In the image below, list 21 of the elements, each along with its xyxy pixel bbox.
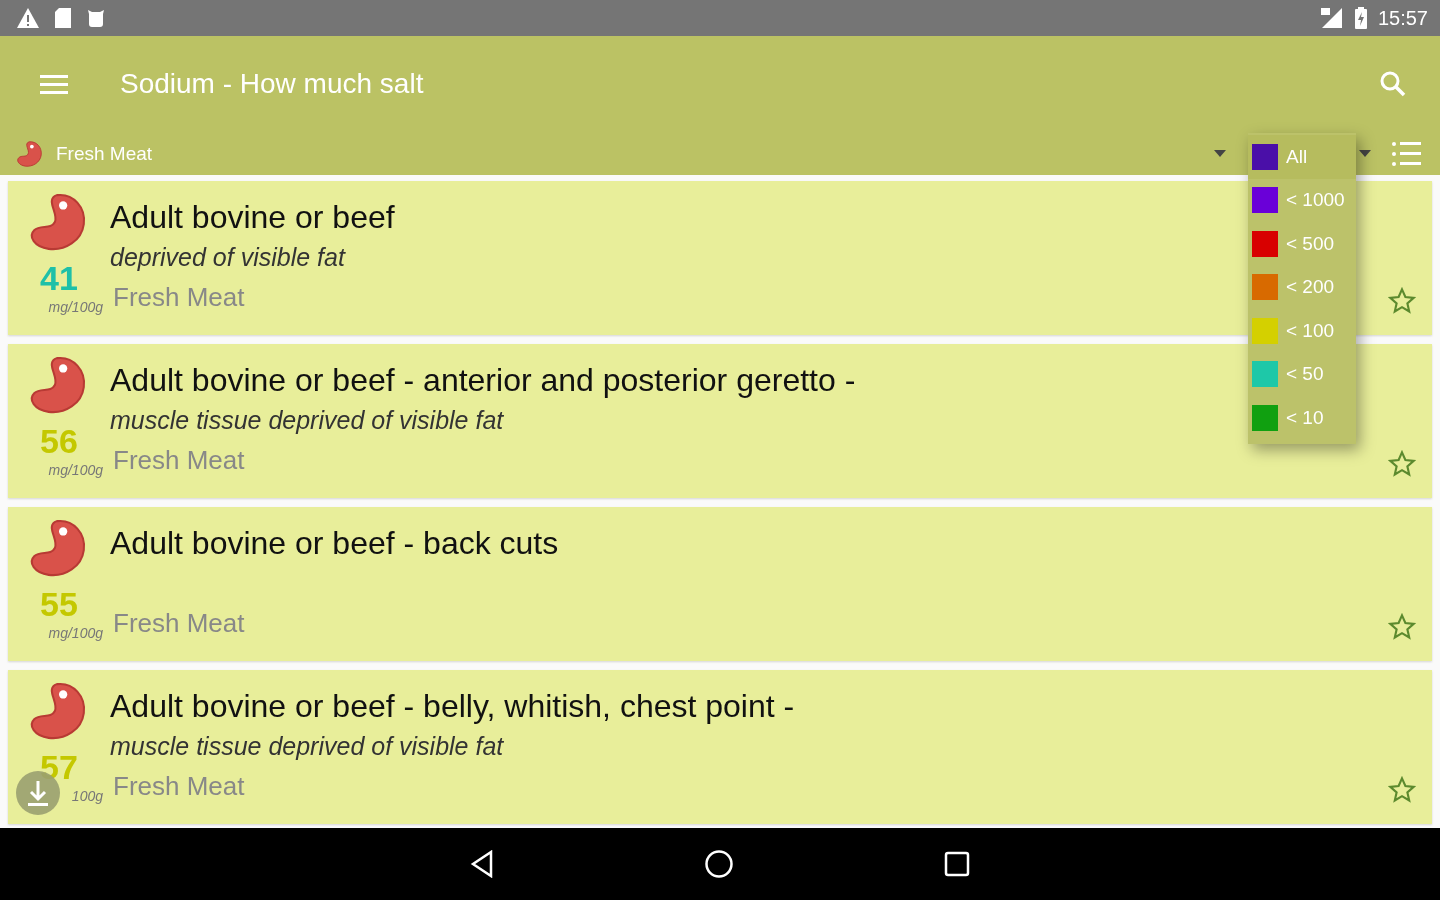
food-name: Adult bovine or beef - anterior and posterior geretto -: [110, 361, 856, 400]
food-name: Adult bovine or beef: [110, 198, 395, 237]
clock-time: 15:57: [1377, 6, 1428, 30]
unit-label: 100g: [71, 788, 103, 804]
unit-label: mg/100g: [48, 462, 103, 478]
sodium-value: 41: [40, 259, 78, 297]
food-category: Fresh Meat: [113, 444, 245, 477]
sodium-value: 55: [40, 585, 78, 623]
food-description: muscle tissue deprived of visible fat: [110, 731, 504, 762]
food-name: Adult bovine or beef - belly, whitish, chest point -: [110, 687, 795, 726]
food-description: deprived of visible fat: [110, 242, 345, 273]
food-category: Fresh Meat: [113, 607, 245, 640]
food-description: muscle tissue deprived of visible fat: [110, 405, 504, 436]
food-category: Fresh Meat: [113, 770, 245, 803]
sodium-value: 57: [40, 748, 78, 786]
sodium-value: 56: [40, 422, 78, 460]
food-category: Fresh Meat: [113, 281, 245, 314]
food-name: Adult bovine or beef - back cuts: [110, 524, 559, 563]
unit-label: mg/100g: [48, 625, 103, 641]
unit-label: mg/100g: [48, 299, 103, 315]
app-title: Sodium - How much salt: [120, 68, 425, 100]
